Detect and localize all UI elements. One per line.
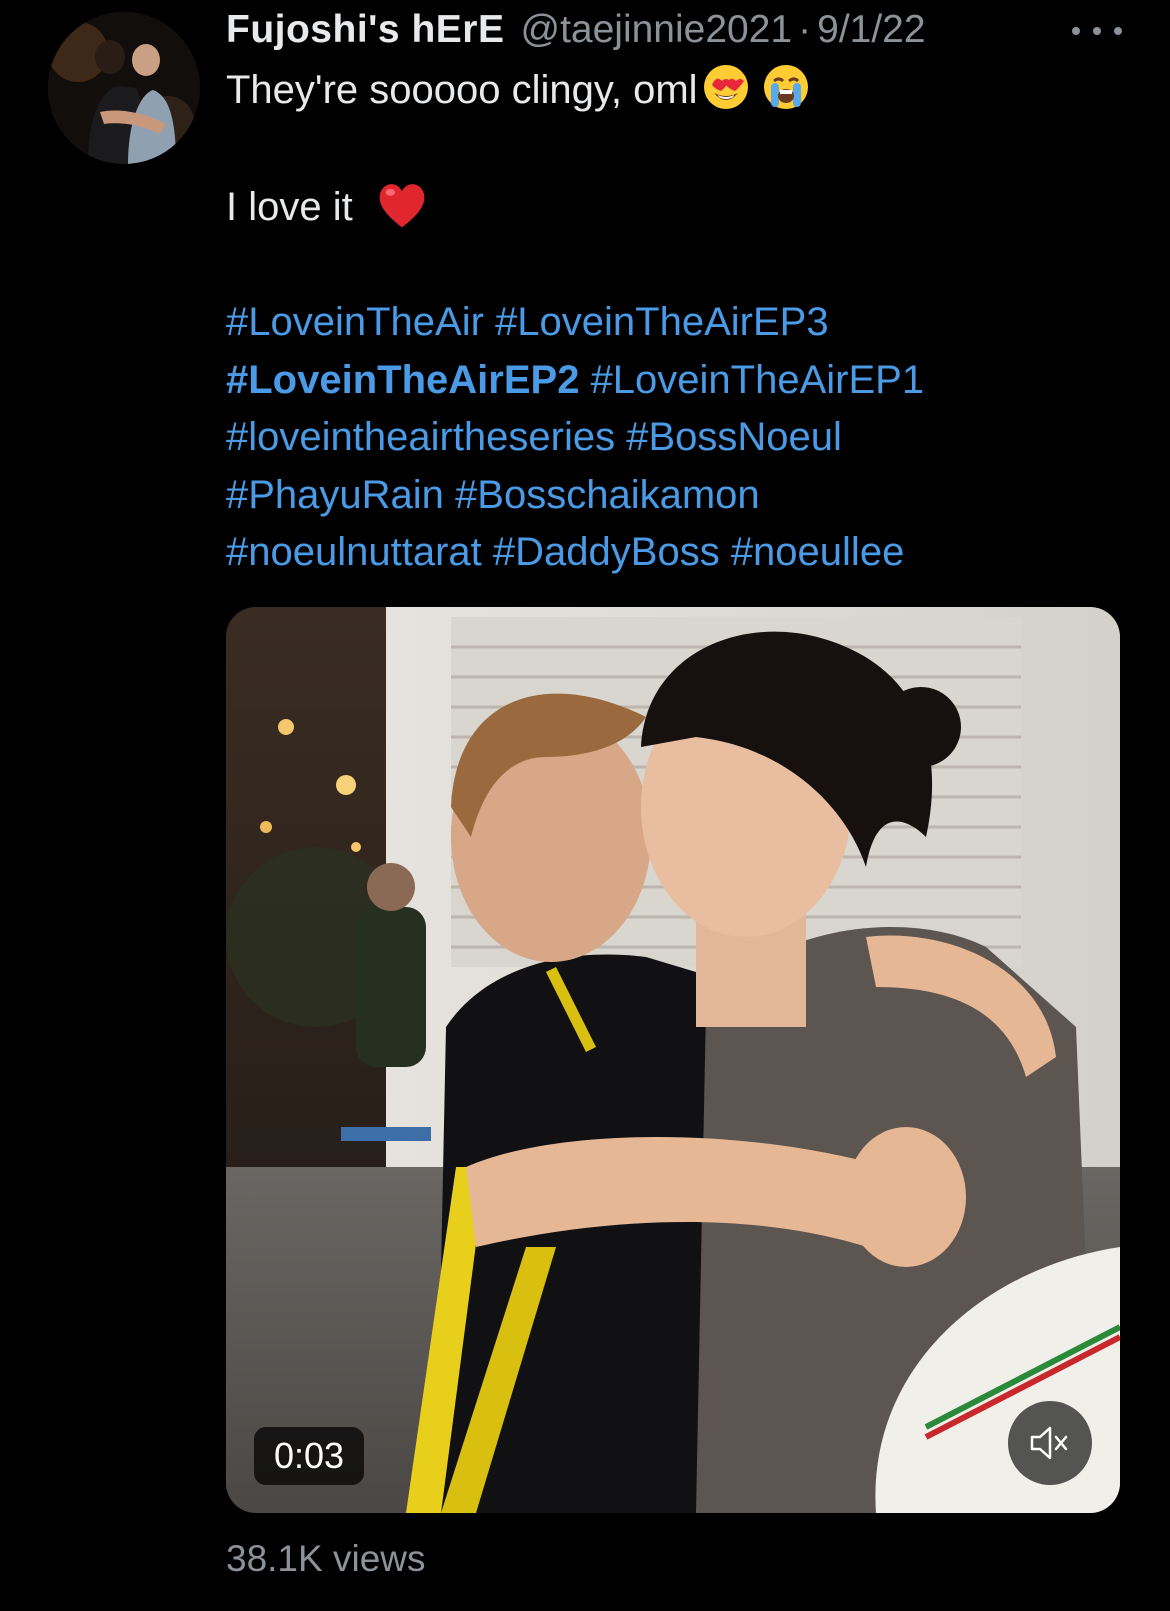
avatar-image — [48, 12, 200, 164]
mute-toggle-button[interactable] — [1008, 1401, 1092, 1485]
hashtag-link[interactable]: #LoveinTheAirEP1 — [591, 358, 925, 402]
tweet-text-line1: They're sooooo clingy, oml — [226, 68, 698, 112]
tweet-header: Fujoshi's hErE @taejinnie2021 · 9/1/22 — [226, 8, 926, 58]
more-options-button[interactable] — [1072, 14, 1122, 48]
author-handle[interactable]: @taejinnie2021 — [520, 8, 792, 52]
tweet-text-blank-line — [226, 119, 1126, 176]
view-count: 38.1K views — [226, 1538, 426, 1579]
hashtag-line: #loveintheairtheseries #BossNoeul — [226, 409, 1126, 467]
loudly-crying-emoji-icon — [763, 65, 808, 109]
author-display-name[interactable]: Fujoshi's hErE — [226, 8, 504, 52]
hashtag-link[interactable]: #loveintheairtheseries — [226, 415, 615, 459]
hashtag-link[interactable]: #LoveinTheAir — [226, 300, 484, 344]
hashtag-block: #LoveinTheAir #LoveinTheAirEP3 #LoveinTh… — [226, 294, 1126, 582]
author-avatar[interactable] — [48, 12, 200, 164]
video-duration-badge: 0:03 — [254, 1427, 364, 1485]
hashtag-link[interactable]: #LoveinTheAirEP3 — [495, 300, 829, 344]
hashtag-link[interactable]: #noeulnuttarat — [226, 530, 482, 574]
hashtag-line: #LoveinTheAirEP2 #LoveinTheAirEP1 — [226, 352, 1126, 410]
hashtag-line: #PhayuRain #Bosschaikamon — [226, 467, 1126, 525]
hashtag-link[interactable]: #DaddyBoss — [493, 530, 720, 574]
hashtag-link[interactable]: #noeullee — [731, 530, 905, 574]
more-dot — [1114, 27, 1122, 35]
speaker-muted-icon — [1030, 1426, 1068, 1460]
heart-eyes-emoji-icon — [703, 65, 748, 109]
tweet-text-line: They're sooooo clingy, oml — [226, 62, 1126, 119]
tweet-text-line: I love it — [226, 176, 1126, 233]
video-frame — [226, 607, 1120, 1513]
hashtag-link[interactable]: #PhayuRain — [226, 473, 444, 517]
more-dot — [1072, 27, 1080, 35]
hashtag-link[interactable]: #Bosschaikamon — [455, 473, 760, 517]
hashtag-link[interactable]: #LoveinTheAirEP2 — [226, 358, 579, 402]
hashtag-link[interactable]: #BossNoeul — [626, 415, 842, 459]
hashtag-line: #LoveinTheAir #LoveinTheAirEP3 — [226, 294, 1126, 352]
red-heart-emoji-icon — [379, 184, 425, 228]
header-separator: · — [798, 8, 812, 51]
tweet-text-line2: I love it — [226, 185, 353, 229]
video-player[interactable]: 0:03 — [226, 607, 1120, 1513]
tweet: Fujoshi's hErE @taejinnie2021 · 9/1/22 T… — [0, 0, 1170, 1611]
tweet-date[interactable]: 9/1/22 — [817, 8, 925, 52]
tweet-text: They're sooooo clingy, oml I love it — [226, 62, 1126, 233]
hashtag-line: #noeulnuttarat #DaddyBoss #noeullee — [226, 524, 1126, 582]
more-dot — [1093, 27, 1101, 35]
